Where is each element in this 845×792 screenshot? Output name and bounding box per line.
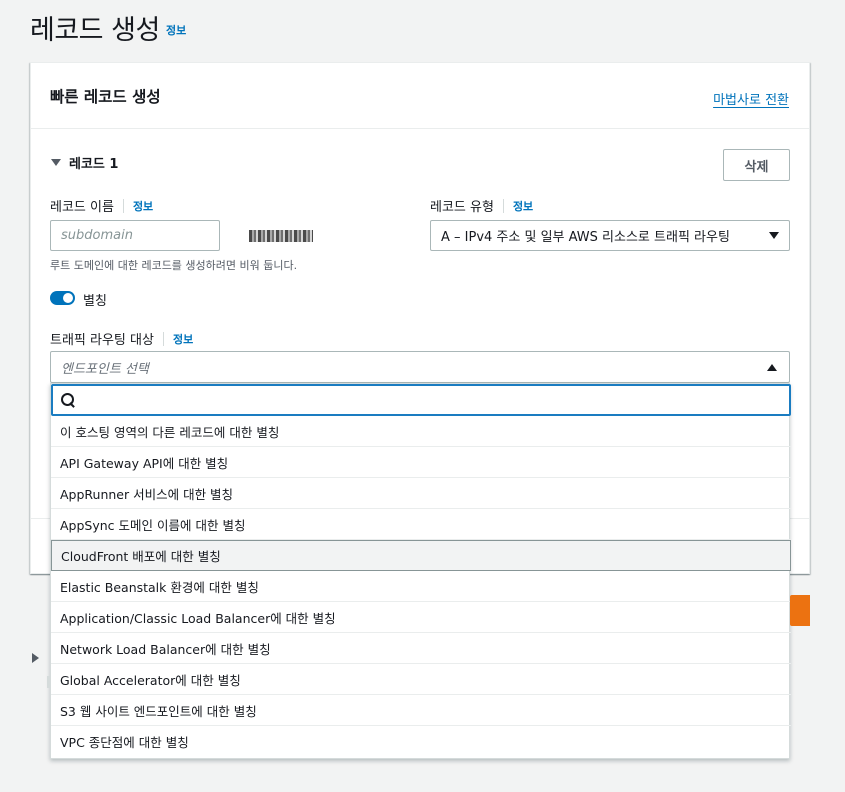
caret-right-icon[interactable] [32, 653, 39, 663]
search-icon [61, 393, 75, 407]
record-section-toggle[interactable]: 레코드 1 [51, 153, 118, 172]
record-type-label-row: 레코드 유형 정보 [430, 196, 533, 215]
record-type-select[interactable]: A – IPv4 주소 및 일부 AWS 리소스로 트래픽 라우팅 [430, 220, 790, 251]
collapsed-section-marker [47, 676, 50, 688]
page-info-link[interactable]: 정보 [166, 22, 186, 38]
record-name-label: 레코드 이름 [50, 200, 114, 215]
record-section-label: 레코드 1 [69, 157, 119, 172]
endpoint-select[interactable]: 엔드포인트 선택 [50, 351, 790, 383]
dropdown-option[interactable]: AppRunner 서비스에 대한 별칭 [51, 478, 791, 509]
endpoint-dropdown: 이 호스팅 영역의 다른 레코드에 대한 별칭 API Gateway API에 … [50, 383, 791, 759]
record-type-info-link[interactable]: 정보 [513, 198, 533, 214]
dropdown-options: 이 호스팅 영역의 다른 레코드에 대한 별칭 API Gateway API에 … [51, 416, 791, 757]
dropdown-option[interactable]: VPC 종단점에 대한 별칭 [51, 726, 791, 757]
caret-down-icon [51, 159, 61, 166]
alias-toggle[interactable] [50, 291, 75, 305]
dropdown-option[interactable]: 이 호스팅 영역의 다른 레코드에 대한 별칭 [51, 416, 791, 447]
target-label: 트래픽 라우팅 대상 [50, 333, 154, 348]
card-header: 빠른 레코드 생성 마법사로 전환 [31, 63, 809, 129]
record-type-label: 레코드 유형 [430, 200, 494, 215]
target-info-link[interactable]: 정보 [173, 331, 193, 347]
dropdown-option[interactable]: Global Accelerator에 대한 별칭 [51, 664, 791, 695]
create-records-button[interactable] [790, 595, 810, 626]
endpoint-placeholder: 엔드포인트 선택 [61, 361, 149, 377]
dropdown-search-input[interactable] [83, 387, 789, 413]
record-name-input[interactable] [50, 220, 220, 251]
dropdown-option[interactable]: S3 웹 사이트 엔드포인트에 대한 별칭 [51, 695, 791, 726]
caret-up-icon [767, 363, 777, 371]
card-title: 빠른 레코드 생성 [50, 88, 161, 106]
page-title: 레코드 생성 [30, 15, 160, 46]
dropdown-option[interactable]: Network Load Balancer에 대한 별칭 [51, 633, 791, 664]
dropdown-option[interactable]: API Gateway API에 대한 별칭 [51, 447, 791, 478]
label-divider [122, 198, 124, 213]
switch-to-wizard-link[interactable]: 마법사로 전환 [713, 89, 789, 108]
alias-toggle-label: 별칭 [83, 294, 107, 309]
record-name-info-link[interactable]: 정보 [133, 198, 153, 214]
label-divider [502, 198, 504, 213]
label-divider [162, 331, 164, 346]
target-label-row: 트래픽 라우팅 대상 정보 [50, 329, 193, 348]
record-name-helper: 루트 도메인에 대한 레코드를 생성하려면 비워 둡니다. [50, 259, 298, 272]
dropdown-option[interactable]: AppSync 도메인 이름에 대한 별칭 [51, 509, 791, 540]
dropdown-option[interactable]: Elastic Beanstalk 환경에 대한 별칭 [51, 571, 791, 602]
dropdown-option[interactable]: CloudFront 배포에 대한 별칭 [51, 540, 791, 571]
record-type-value: A – IPv4 주소 및 일부 AWS 리소스로 트래픽 라우팅 [441, 230, 730, 245]
dropdown-option[interactable]: Application/Classic Load Balancer에 대한 별칭 [51, 602, 791, 633]
caret-down-icon [769, 232, 779, 239]
redacted-domain-suffix [249, 230, 313, 242]
delete-record-button[interactable]: 삭제 [723, 149, 790, 181]
dropdown-search [51, 384, 791, 416]
record-name-label-row: 레코드 이름 정보 [50, 196, 153, 215]
